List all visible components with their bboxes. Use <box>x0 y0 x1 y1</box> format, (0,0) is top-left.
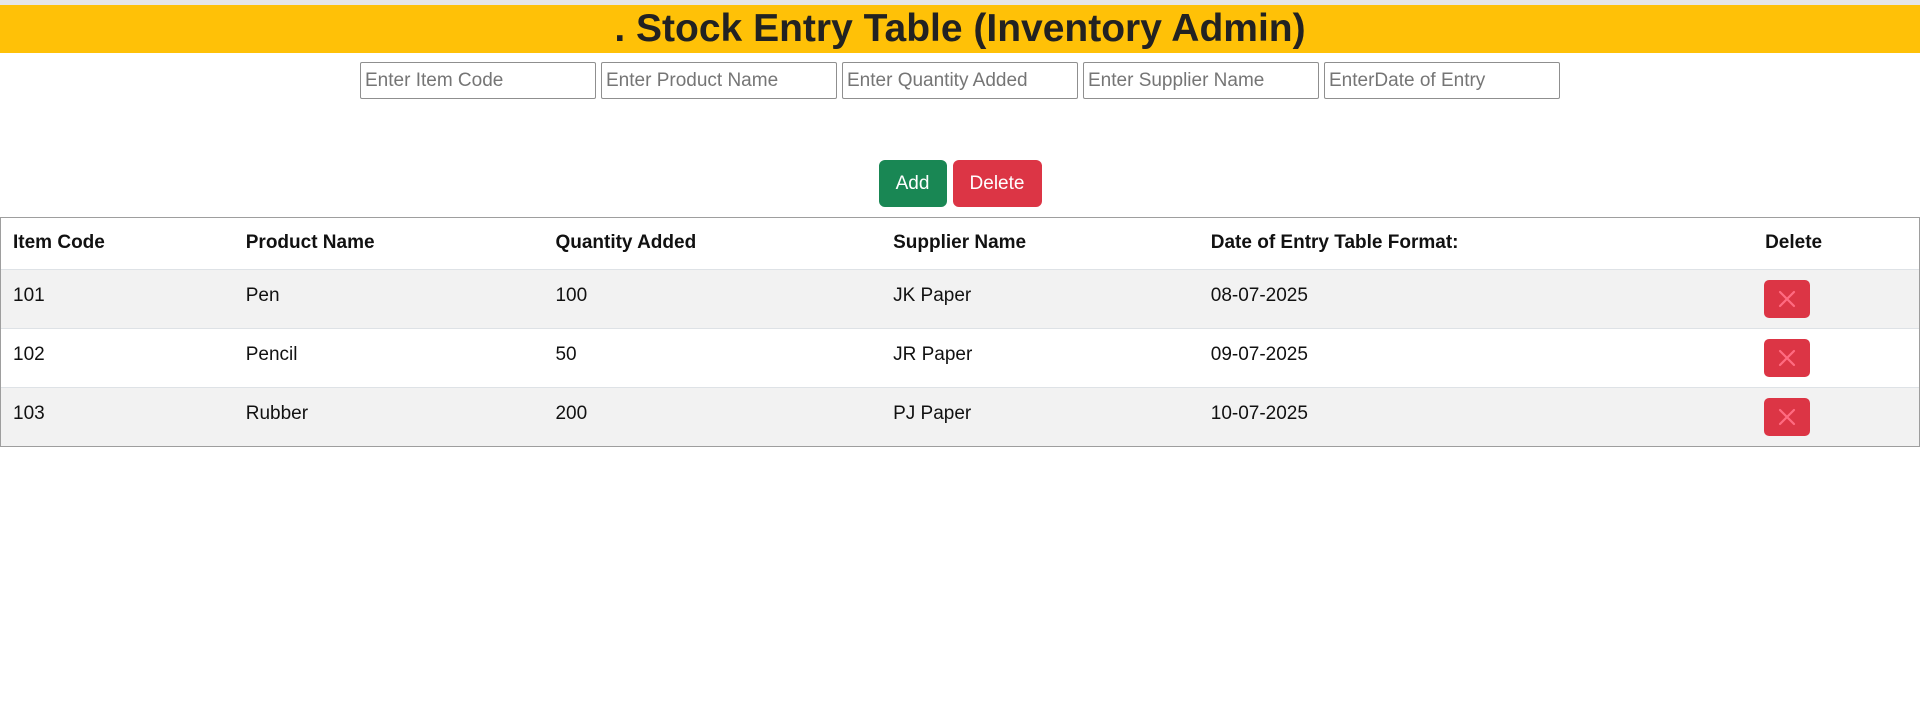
cell-date: 08-07-2025 <box>1198 269 1754 329</box>
entry-form <box>0 62 1920 99</box>
cell-supplier-text: JK Paper <box>893 284 972 306</box>
cell-product-name-text: Rubber <box>245 402 309 424</box>
cell-item-code: 101 <box>1 269 234 329</box>
cell-quantity: 100 <box>543 269 882 329</box>
page-title: . Stock Entry Table (Inventory Admin) <box>614 7 1306 50</box>
cell-item-code: 102 <box>1 328 234 388</box>
table-row: 101 Pen 100 JK Paper 08-07-2025 <box>1 269 1919 329</box>
column-header-quantity-added: Quantity Added <box>543 218 882 270</box>
page-header: . Stock Entry Table (Inventory Admin) <box>0 5 1920 53</box>
close-icon <box>1778 408 1796 426</box>
cell-date: 09-07-2025 <box>1198 328 1754 388</box>
close-icon <box>1778 290 1796 308</box>
cell-date-text: 09-07-2025 <box>1210 343 1308 365</box>
cell-supplier-text: PJ Paper <box>893 402 972 424</box>
cell-delete <box>1753 387 1919 446</box>
item-code-input[interactable] <box>360 62 596 99</box>
row-delete-button[interactable] <box>1764 397 1811 436</box>
table-header-row: Item Code Product Name Quantity Added Su… <box>1 218 1919 270</box>
add-button[interactable]: Add <box>878 160 947 207</box>
column-header-product-name: Product Name <box>233 218 544 270</box>
cell-delete <box>1753 328 1919 388</box>
cell-date-text: 08-07-2025 <box>1210 284 1308 306</box>
column-header-date-of-entry: Date of Entry Table Format: <box>1198 218 1754 270</box>
product-name-input[interactable] <box>601 62 837 99</box>
cell-quantity-text: 50 <box>555 343 577 365</box>
action-buttons: Add Delete <box>0 160 1920 207</box>
table-row: 102 Pencil 50 JR Paper 09-07-2025 <box>1 328 1919 388</box>
cell-item-code-text: 102 <box>13 343 45 365</box>
cell-product-name: Rubber <box>233 387 544 446</box>
cell-product-name-text: Pencil <box>245 343 298 365</box>
cell-item-code-text: 103 <box>13 402 45 424</box>
cell-product-name: Pencil <box>233 328 544 388</box>
quantity-added-input[interactable] <box>842 62 1078 99</box>
cell-product-name-text: Pen <box>245 284 280 306</box>
row-delete-button[interactable] <box>1764 279 1811 318</box>
stock-table: Item Code Product Name Quantity Added Su… <box>1 218 1919 446</box>
cell-quantity-text: 200 <box>555 402 588 424</box>
date-of-entry-input[interactable] <box>1324 62 1560 99</box>
close-icon <box>1778 349 1796 367</box>
cell-supplier: PJ Paper <box>881 387 1199 446</box>
cell-quantity: 50 <box>543 328 882 388</box>
cell-product-name: Pen <box>233 269 544 329</box>
cell-item-code-text: 101 <box>13 284 45 306</box>
cell-quantity-text: 100 <box>555 284 588 306</box>
stock-table-container: Item Code Product Name Quantity Added Su… <box>0 217 1920 447</box>
cell-supplier: JR Paper <box>881 328 1199 388</box>
cell-date: 10-07-2025 <box>1198 387 1754 446</box>
cell-quantity: 200 <box>543 387 882 446</box>
table-row: 103 Rubber 200 PJ Paper 10-07-2025 <box>1 387 1919 446</box>
cell-supplier: JK Paper <box>881 269 1199 329</box>
row-delete-button[interactable] <box>1764 338 1811 377</box>
cell-supplier-text: JR Paper <box>893 343 973 365</box>
delete-button[interactable]: Delete <box>952 160 1042 207</box>
column-header-item-code: Item Code <box>1 218 234 270</box>
cell-date-text: 10-07-2025 <box>1210 402 1308 424</box>
cell-delete <box>1753 269 1919 329</box>
supplier-name-input[interactable] <box>1083 62 1319 99</box>
column-header-delete: Delete <box>1753 218 1919 270</box>
cell-item-code: 103 <box>1 387 234 446</box>
column-header-supplier-name: Supplier Name <box>881 218 1199 270</box>
